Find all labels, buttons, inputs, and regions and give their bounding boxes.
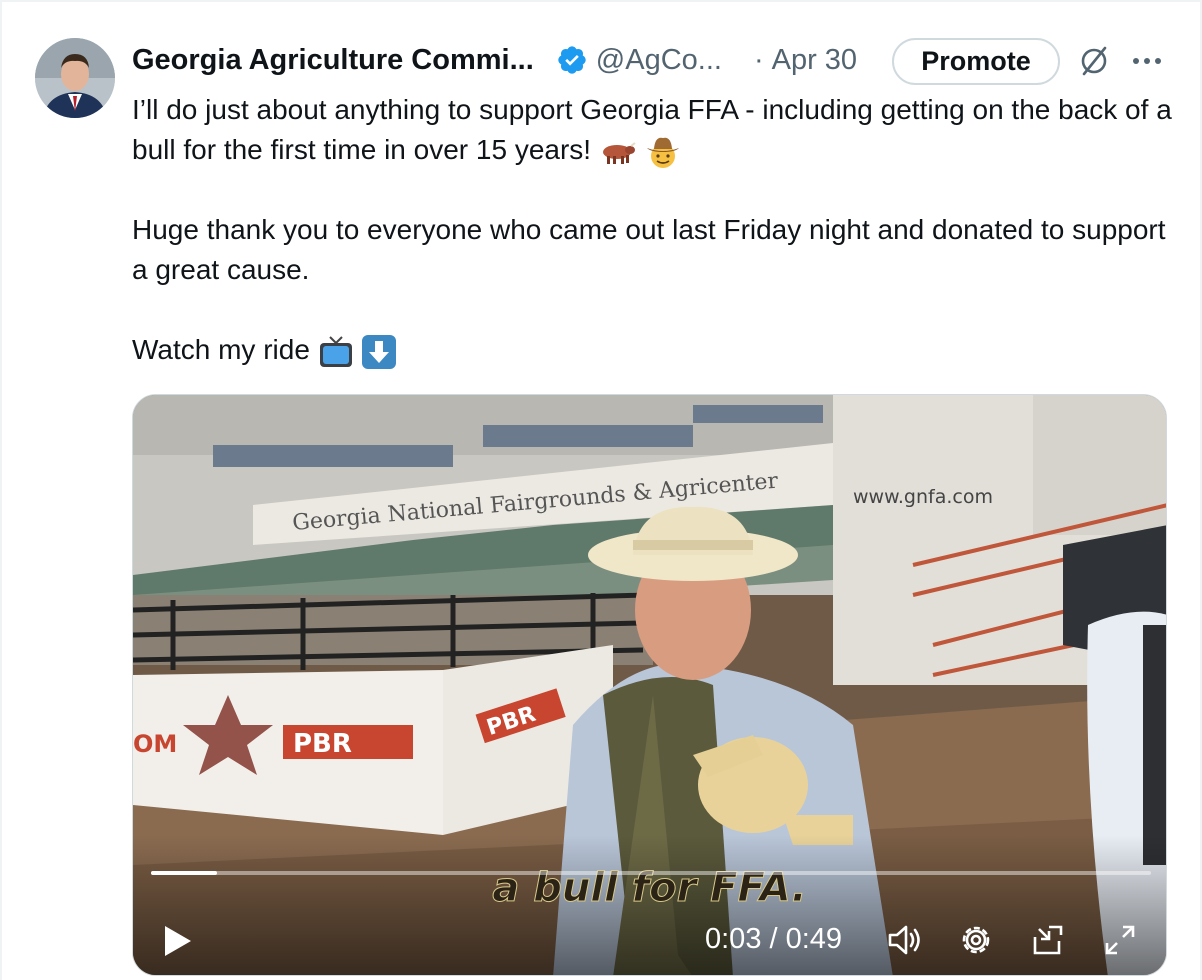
author-avatar[interactable] <box>35 38 115 118</box>
tweet-paragraph: Huge thank you to everyone who came out … <box>132 214 1166 285</box>
grok-icon[interactable] <box>1077 44 1111 78</box>
volume-icon[interactable] <box>885 921 923 959</box>
popout-icon[interactable] <box>1029 921 1067 959</box>
verified-badge-icon[interactable] <box>556 44 588 76</box>
tweet-header: Georgia Agriculture Commi... @AgCo... · … <box>132 38 1172 85</box>
tweet-paragraph: Watch my ride <box>132 330 1172 370</box>
fullscreen-icon[interactable] <box>1101 921 1139 959</box>
television-emoji-icon <box>319 335 352 367</box>
paragraph-spacer <box>132 290 1172 330</box>
video-progress-fill <box>151 871 217 875</box>
settings-icon[interactable] <box>957 921 995 959</box>
author-name[interactable]: Georgia Agriculture Commi... <box>132 44 534 77</box>
tweet-text: I’ll do just about anything to support G… <box>132 90 1172 370</box>
header-separator: · <box>753 43 764 76</box>
promote-button[interactable]: Promote <box>892 38 1060 85</box>
ox-emoji-icon <box>602 141 636 164</box>
video-controls: 0:03 / 0:49 <box>133 905 1166 965</box>
website-text: www.gnfa.com <box>853 486 993 508</box>
author-handle[interactable]: @AgCo... <box>596 44 722 77</box>
play-icon[interactable] <box>161 923 195 959</box>
paragraph-spacer <box>132 170 1172 210</box>
video-player[interactable]: Georgia National Fairgrounds & Agricente… <box>132 394 1167 976</box>
tweet-paragraph: I’ll do just about anything to support G… <box>132 90 1172 170</box>
video-progress-bar[interactable] <box>151 871 1151 875</box>
tweet-date[interactable]: Apr 30 <box>772 44 857 77</box>
pbr-banner-text: PBR <box>293 729 352 759</box>
banner-edge-text: OM <box>133 730 177 758</box>
down-arrow-emoji-icon <box>362 334 397 369</box>
tweet-card[interactable]: Georgia Agriculture Commi... @AgCo... · … <box>0 0 1202 980</box>
cowboy-face-emoji-icon <box>646 137 679 168</box>
more-options-icon[interactable] <box>1130 46 1164 76</box>
video-time: 0:03 / 0:49 <box>705 923 843 955</box>
